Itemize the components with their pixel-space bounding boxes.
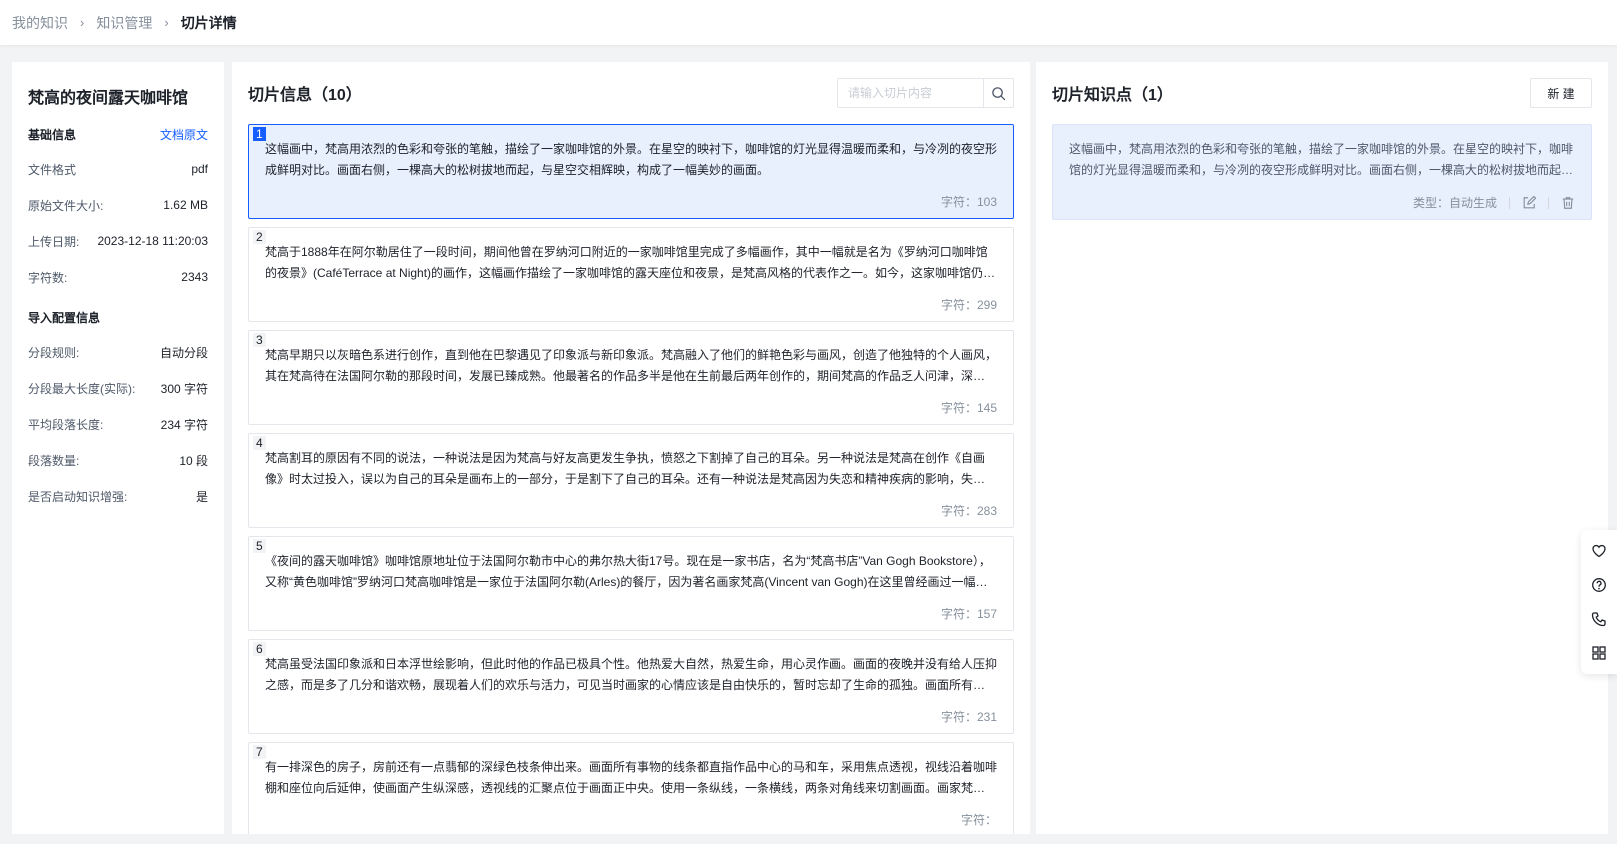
knowledge-point-text: 这幅画中，梵高用浓烈的色彩和夸张的笔触，描绘了一家咖啡馆的外景。在星空的映衬下，… <box>1069 142 1574 177</box>
import-config-heading: 导入配置信息 <box>28 311 101 325</box>
chunk-card[interactable]: 2 梵高于1888年在阿尔勒居住了一段时间，期间他曾在罗纳河口附近的一家咖啡馆里完… <box>248 227 1014 322</box>
info-row: 上传日期: 2023-12-18 11:20:03 <box>28 231 208 251</box>
info-key: 是否启动知识增强: <box>28 489 128 504</box>
document-title: 梵高的夜间露天咖啡馆 <box>28 90 189 107</box>
knowledge-point-footer: 类型：自动生成 <box>1413 194 1575 211</box>
info-row: 分段最大长度(实际): 300 字符 <box>28 378 208 398</box>
info-value: 10 段 <box>179 453 208 468</box>
info-value: pdf <box>191 162 208 176</box>
chunk-card[interactable]: 6 梵高虽受法国印象派和日本浮世绘影响，但此时他的作品已极具个性。他热爱大自然，热… <box>248 639 1014 734</box>
chunk-card[interactable]: 7 有一排深色的房子，房前还有一点翡郁的深绿色枝条伸出来。画面所有事物的线条都直指… <box>248 742 1014 834</box>
info-key: 分段最大长度(实际): <box>28 381 136 396</box>
info-key: 段落数量: <box>28 453 80 468</box>
contact-button[interactable] <box>1587 607 1611 631</box>
document-info-panel: 梵高的夜间露天咖啡馆 基础信息 文档原文 文件格式 pdf 原始文件大小: 1.62… <box>12 62 224 834</box>
info-value: 300 字符 <box>160 381 208 396</box>
chunk-char-count: 字符：283 <box>940 504 997 518</box>
chunk-text: 梵高早期只以灰暗色系进行创作，直到他在巴黎遇见了印象派与新印象派。梵高融入了他们… <box>265 348 997 383</box>
chunk-index: 3 <box>253 333 266 347</box>
knowledge-points-panel: 切片知识点（1） 新 建 这幅画中，梵高用浓烈的色彩和夸张的笔触，描绘了一家咖啡… <box>1036 62 1608 834</box>
info-key: 分段规则: <box>28 345 80 360</box>
chunk-card[interactable]: 4 梵高割耳的原因有不同的说法，一种说法是因为梵高与好友高更发生争执，愤怒之下割掉… <box>248 433 1014 528</box>
knowledge-point-type: 类型：自动生成 <box>1412 196 1497 210</box>
chunk-index: 4 <box>253 436 266 450</box>
info-row: 平均段落长度: 234 字符 <box>28 414 208 434</box>
view-original-link[interactable]: 文档原文 <box>160 126 208 143</box>
info-row: 原始文件大小: 1.62 MB <box>28 195 208 215</box>
chunk-char-count: 字符： <box>960 813 997 827</box>
chunk-index: 5 <box>253 539 266 553</box>
chunk-text: 梵高虽受法国印象派和日本浮世绘影响，但此时他的作品已极具个性。他热爱大自然，热爱… <box>265 657 997 692</box>
chunk-search <box>837 78 1014 108</box>
phone-icon <box>1591 612 1606 627</box>
info-key: 字符数: <box>28 270 68 285</box>
chunk-char-count: 字符：231 <box>940 710 997 724</box>
info-key: 文件格式 <box>28 162 77 177</box>
heart-icon <box>1592 544 1606 558</box>
new-button[interactable]: 新 建 <box>1530 78 1592 108</box>
breadcrumb-current: 切片详情 <box>180 14 237 31</box>
info-key: 原始文件大小: <box>28 198 104 213</box>
breadcrumb-my-knowledge[interactable]: 我的知识 <box>12 13 68 33</box>
edit-button[interactable] <box>1522 195 1536 210</box>
chunk-index: 2 <box>253 230 266 244</box>
apps-button[interactable] <box>1587 641 1611 665</box>
info-value: 是 <box>195 489 208 504</box>
info-value: 2343 <box>181 270 208 284</box>
help-icon <box>1592 578 1606 592</box>
chunk-char-count: 字符：299 <box>940 298 997 312</box>
info-key: 上传日期: <box>28 234 80 249</box>
chunk-char-count: 字符：103 <box>940 195 997 209</box>
info-row: 文件格式 pdf <box>28 159 208 179</box>
chunk-card[interactable]: 3 梵高早期只以灰暗色系进行创作，直到他在巴黎遇见了印象派与新印象派。梵高融入了他… <box>248 330 1014 425</box>
floating-toolbar <box>1581 530 1617 674</box>
info-row: 是否启动知识增强: 是 <box>28 486 208 506</box>
help-button[interactable] <box>1587 573 1611 597</box>
trash-icon <box>1562 196 1574 209</box>
delete-button[interactable] <box>1561 196 1575 210</box>
chunk-text: 梵高割耳的原因有不同的说法，一种说法是因为梵高与好友高更发生争执，愤怒之下割掉了… <box>265 451 997 486</box>
chevron-right-icon: › <box>164 15 169 30</box>
edit-icon <box>1523 195 1536 208</box>
info-row: 段落数量: 10 段 <box>28 450 208 470</box>
chunks-panel: 切片信息（10） 1这幅画中，梵高用浓烈的色彩和夸张的笔触，描绘了一家咖啡馆的外… <box>232 62 1030 834</box>
chunk-text: 有一排深色的房子，房前还有一点翡郁的深绿色枝条伸出来。画面所有事物的线条都直指作… <box>265 760 997 795</box>
chunk-card[interactable]: 1 这幅画中，梵高用浓烈的色彩和夸张的笔触，描绘了一家咖啡馆的外景。在星空的映衬下… <box>248 124 1014 219</box>
knowledge-points-title: 切片知识点（1） <box>1052 87 1173 104</box>
chunk-text: 这幅画中，梵高用浓烈的色彩和夸张的笔触，描绘了一家咖啡馆的外景。在星空的映衬下，… <box>265 142 997 177</box>
info-value: 2023-12-18 11:20:03 <box>97 234 208 248</box>
divider <box>1509 196 1510 209</box>
chunk-char-count: 字符：157 <box>940 607 997 621</box>
chevron-right-icon: › <box>80 15 85 30</box>
info-row: 分段规则: 自动分段 <box>28 342 208 362</box>
knowledge-point-card[interactable]: 这幅画中，梵高用浓烈的色彩和夸张的笔触，描绘了一家咖啡馆的外景。在星空的映衬下，… <box>1052 124 1592 220</box>
search-icon <box>992 86 1006 100</box>
favorite-button[interactable] <box>1587 539 1611 563</box>
chunk-index: 1 <box>253 127 266 141</box>
chunk-list: 1 这幅画中，梵高用浓烈的色彩和夸张的笔触，描绘了一家咖啡馆的外景。在星空的映衬下… <box>248 124 1014 834</box>
divider <box>1548 196 1549 209</box>
chunk-search-input[interactable] <box>838 79 983 107</box>
info-row: 字符数: 2343 <box>28 267 208 287</box>
chunk-text: 《夜间的露天咖啡馆》咖啡馆原地址位于法国阿尔勒市中心的弗尔热大街17号。现在是一… <box>265 554 991 589</box>
basic-info-header: 基础信息 文档原文 <box>28 126 208 143</box>
basic-info-heading: 基础信息 <box>28 128 77 142</box>
info-value: 234 字符 <box>160 417 208 432</box>
search-button[interactable] <box>983 79 1013 107</box>
info-value: 自动分段 <box>159 345 208 360</box>
import-config-header: 导入配置信息 <box>28 309 208 326</box>
chunks-header: 切片信息（10） <box>248 78 1014 108</box>
top-bar: 我的知识 › 知识管理 › 切片详情 <box>0 0 1617 45</box>
breadcrumb-knowledge-manage[interactable]: 知识管理 <box>96 13 152 33</box>
chunks-title: 切片信息（10） <box>248 87 362 104</box>
chunk-index: 6 <box>253 642 266 656</box>
chunk-text: 梵高于1888年在阿尔勒居住了一段时间，期间他曾在罗纳河口附近的一家咖啡馆里完成… <box>265 245 996 280</box>
knowledge-points-header: 切片知识点（1） 新 建 <box>1052 78 1592 108</box>
chunk-index: 7 <box>253 745 266 759</box>
info-value: 1.62 MB <box>163 198 208 212</box>
chunk-card[interactable]: 5 《夜间的露天咖啡馆》咖啡馆原地址位于法国阿尔勒市中心的弗尔热大街17号。现在是… <box>248 536 1014 631</box>
chunk-char-count: 字符：145 <box>940 401 997 415</box>
apps-icon <box>1592 646 1606 660</box>
info-key: 平均段落长度: <box>28 417 104 432</box>
